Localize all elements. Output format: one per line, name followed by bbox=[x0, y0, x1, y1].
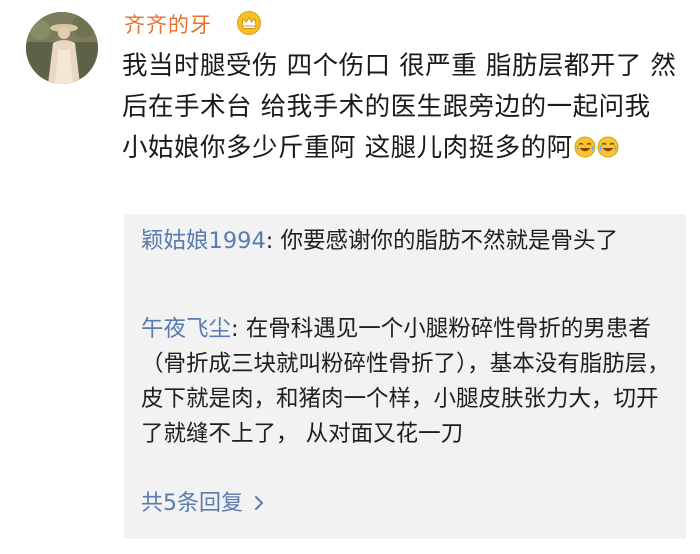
more-replies-label[interactable]: 共5条回复 bbox=[141, 491, 243, 516]
reply-text: 你要感谢你的脂肪不然就是骨头了 bbox=[280, 228, 619, 254]
reply-separator: : bbox=[231, 316, 246, 342]
comment-card: 齐齐的牙 我当时腿受伤 四个伤口 很严重 脂肪层都开了 然后在手术台 给我手术的… bbox=[0, 0, 700, 554]
more-replies-link[interactable]: 共5条回复 bbox=[141, 490, 265, 518]
username[interactable]: 齐齐的牙 bbox=[124, 12, 212, 38]
reply-item[interactable]: 颖姑娘1994: 你要感谢你的脂肪不然就是骨头了 bbox=[141, 224, 671, 259]
avatar-image bbox=[26, 12, 98, 84]
reply-separator: : bbox=[265, 228, 281, 254]
chevron-right-icon bbox=[255, 496, 263, 510]
laughing-crying-emoji-icon bbox=[574, 136, 596, 158]
avatar[interactable] bbox=[26, 12, 98, 84]
reply-author[interactable]: 午夜飞尘 bbox=[141, 316, 231, 342]
reply-author[interactable]: 颖姑娘1994 bbox=[141, 228, 266, 254]
laughing-crying-emoji-icon bbox=[597, 136, 619, 158]
crown-icon bbox=[237, 11, 261, 35]
reply-item[interactable]: 午夜飞尘: 在骨科遇见一个小腿粉碎性骨折的男患者（骨折成三块就叫粉碎性骨折了），… bbox=[141, 312, 671, 452]
comment-text: 我当时腿受伤 四个伤口 很严重 脂肪层都开了 然后在手术台 给我手术的医生跟旁边… bbox=[122, 46, 682, 169]
reply-list: 颖姑娘1994: 你要感谢你的脂肪不然就是骨头了 午夜飞尘: 在骨科遇见一个小腿… bbox=[124, 214, 686, 539]
